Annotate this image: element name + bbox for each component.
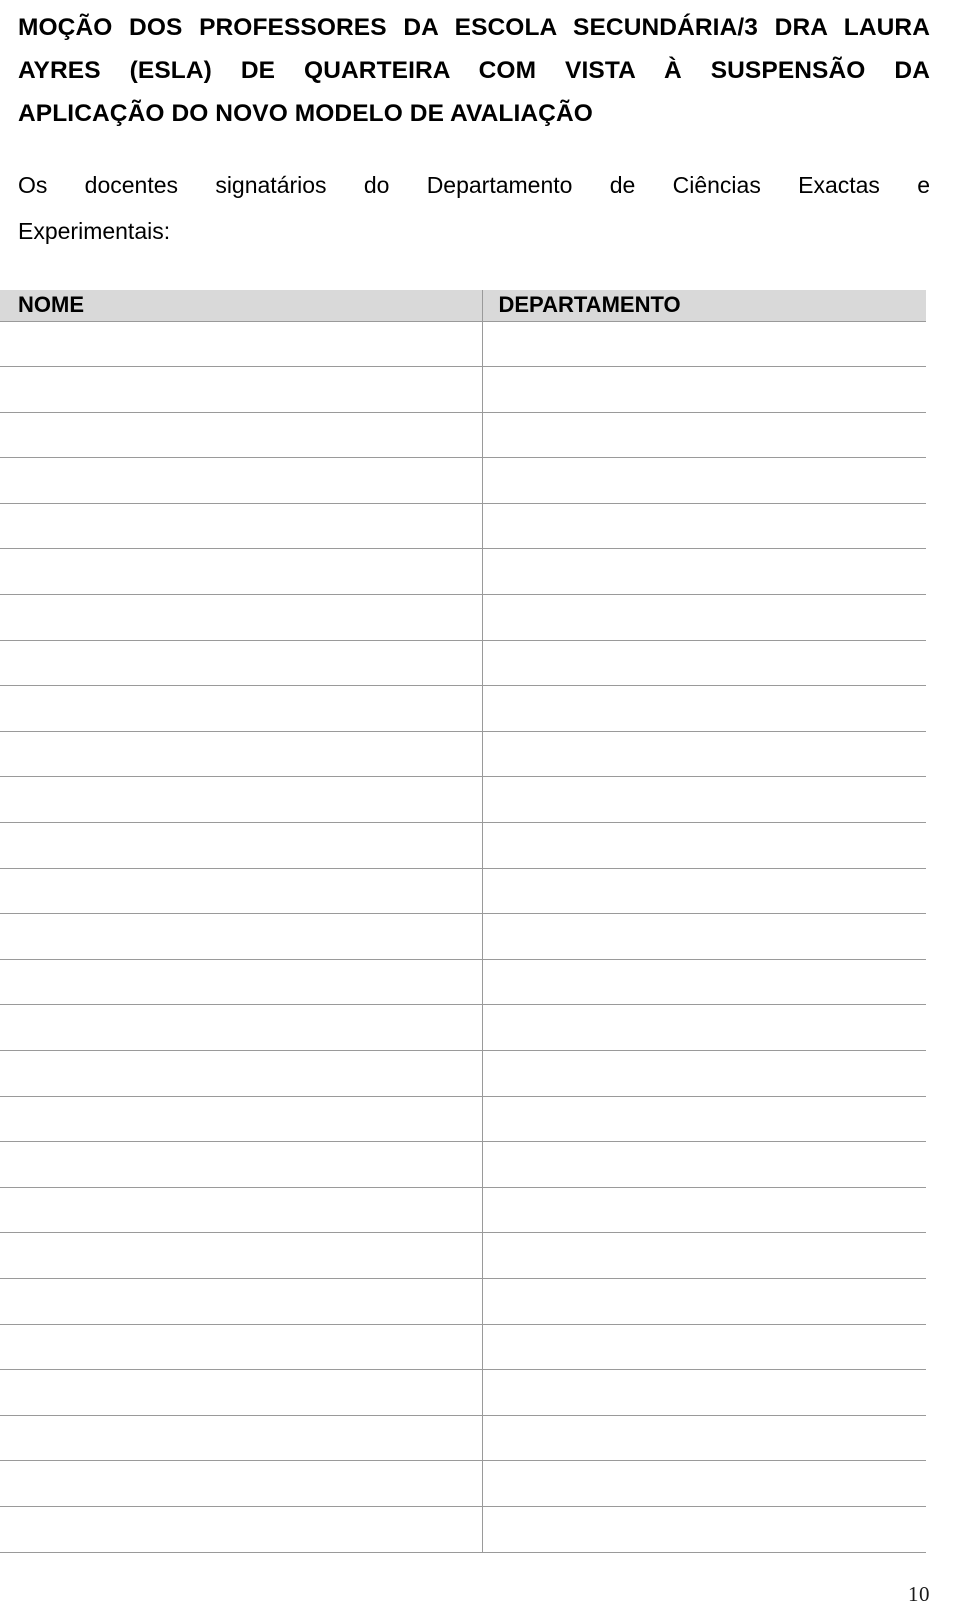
signature-table-header: NOME DEPARTAMENTO xyxy=(0,290,926,322)
title-line-2: AYRES (ESLA) DE QUARTEIRA COM VISTA À SU… xyxy=(18,57,930,84)
table-row[interactable] xyxy=(0,731,926,778)
cell-nome[interactable] xyxy=(0,1096,482,1143)
table-row[interactable] xyxy=(0,1324,926,1371)
cell-nome[interactable] xyxy=(0,1506,482,1553)
cell-nome[interactable] xyxy=(0,1004,482,1051)
table-row[interactable] xyxy=(0,1096,926,1143)
cell-nome[interactable] xyxy=(0,1460,482,1507)
intro-paragraph-line-2: Experimentais: xyxy=(18,218,171,244)
table-row[interactable] xyxy=(0,1278,926,1325)
table-row[interactable] xyxy=(0,548,926,596)
table-row[interactable] xyxy=(0,822,926,869)
table-header-row: NOME DEPARTAMENTO xyxy=(0,290,926,322)
intro-paragraph: Os docentes signatários do Departamento … xyxy=(18,135,930,254)
cell-nome[interactable] xyxy=(0,640,482,687)
cell-nome[interactable] xyxy=(0,457,482,504)
table-row[interactable] xyxy=(0,959,926,1006)
table-row[interactable] xyxy=(0,1141,926,1188)
cell-nome[interactable] xyxy=(0,685,482,732)
cell-nome[interactable] xyxy=(0,776,482,824)
cell-nome[interactable] xyxy=(0,731,482,778)
table-row[interactable] xyxy=(0,1050,926,1097)
signature-table: NOME DEPARTAMENTO xyxy=(0,290,926,1553)
table-row[interactable] xyxy=(0,412,926,459)
cell-nome[interactable] xyxy=(0,503,482,550)
cell-departamento[interactable] xyxy=(481,366,926,413)
cell-nome[interactable] xyxy=(0,822,482,869)
cell-nome[interactable] xyxy=(0,1324,482,1371)
cell-nome[interactable] xyxy=(0,1232,482,1279)
cell-nome[interactable] xyxy=(0,1369,482,1416)
cell-departamento[interactable] xyxy=(481,1232,926,1279)
cell-nome[interactable] xyxy=(0,1415,482,1462)
cell-nome[interactable] xyxy=(0,868,482,915)
cell-departamento[interactable] xyxy=(481,1096,926,1143)
cell-nome[interactable] xyxy=(0,594,482,641)
table-row[interactable] xyxy=(0,685,926,732)
cell-nome[interactable] xyxy=(0,1278,482,1325)
cell-departamento[interactable] xyxy=(481,1369,926,1416)
cell-nome[interactable] xyxy=(0,959,482,1006)
intro-paragraph-line-1: Os docentes signatários do Departamento … xyxy=(18,172,930,198)
table-row[interactable] xyxy=(0,1187,926,1234)
title-line-3: APLICAÇÃO DO NOVO MODELO DE AVALIAÇÃO xyxy=(18,100,593,127)
signature-table-container: NOME DEPARTAMENTO xyxy=(0,290,926,1553)
cell-departamento[interactable] xyxy=(481,412,926,459)
page-number: 10 xyxy=(908,1582,930,1606)
table-row[interactable] xyxy=(0,503,926,550)
table-row[interactable] xyxy=(0,1369,926,1416)
cell-departamento[interactable] xyxy=(481,822,926,869)
cell-nome[interactable] xyxy=(0,321,482,368)
cell-nome[interactable] xyxy=(0,366,482,413)
cell-nome[interactable] xyxy=(0,913,482,960)
cell-departamento[interactable] xyxy=(481,685,926,732)
column-header-nome: NOME xyxy=(0,290,482,322)
cell-nome[interactable] xyxy=(0,1050,482,1097)
cell-nome[interactable] xyxy=(0,412,482,459)
column-header-departamento: DEPARTAMENTO xyxy=(481,290,926,322)
cell-departamento[interactable] xyxy=(481,1460,926,1507)
cell-departamento[interactable] xyxy=(481,868,926,915)
table-row[interactable] xyxy=(0,776,926,824)
table-row[interactable] xyxy=(0,868,926,915)
cell-departamento[interactable] xyxy=(481,1050,926,1097)
table-row[interactable] xyxy=(0,1460,926,1507)
title-line-1: MOÇÃO DOS PROFESSORES DA ESCOLA SECUNDÁR… xyxy=(18,14,930,41)
cell-departamento[interactable] xyxy=(481,1004,926,1051)
cell-departamento[interactable] xyxy=(481,1187,926,1234)
cell-nome[interactable] xyxy=(0,1187,482,1234)
cell-departamento[interactable] xyxy=(481,321,926,368)
cell-departamento[interactable] xyxy=(481,594,926,641)
cell-departamento[interactable] xyxy=(481,1506,926,1553)
cell-departamento[interactable] xyxy=(481,1324,926,1371)
signature-table-body xyxy=(0,321,926,1553)
cell-departamento[interactable] xyxy=(481,457,926,504)
table-row[interactable] xyxy=(0,366,926,413)
cell-departamento[interactable] xyxy=(481,913,926,960)
cell-nome[interactable] xyxy=(0,1141,482,1188)
table-row[interactable] xyxy=(0,640,926,687)
table-row[interactable] xyxy=(0,594,926,641)
table-row[interactable] xyxy=(0,321,926,368)
cell-departamento[interactable] xyxy=(481,731,926,778)
table-row[interactable] xyxy=(0,457,926,504)
cell-nome[interactable] xyxy=(0,548,482,596)
cell-departamento[interactable] xyxy=(481,548,926,596)
page-title: MOÇÃO DOS PROFESSORES DA ESCOLA SECUNDÁR… xyxy=(18,0,930,135)
table-row[interactable] xyxy=(0,913,926,960)
table-row[interactable] xyxy=(0,1232,926,1279)
table-row[interactable] xyxy=(0,1004,926,1051)
cell-departamento[interactable] xyxy=(481,959,926,1006)
cell-departamento[interactable] xyxy=(481,503,926,550)
table-row[interactable] xyxy=(0,1415,926,1462)
cell-departamento[interactable] xyxy=(481,640,926,687)
cell-departamento[interactable] xyxy=(481,1141,926,1188)
cell-departamento[interactable] xyxy=(481,776,926,824)
document-page: MOÇÃO DOS PROFESSORES DA ESCOLA SECUNDÁR… xyxy=(0,0,960,1623)
cell-departamento[interactable] xyxy=(481,1415,926,1462)
table-row[interactable] xyxy=(0,1506,926,1553)
cell-departamento[interactable] xyxy=(481,1278,926,1325)
